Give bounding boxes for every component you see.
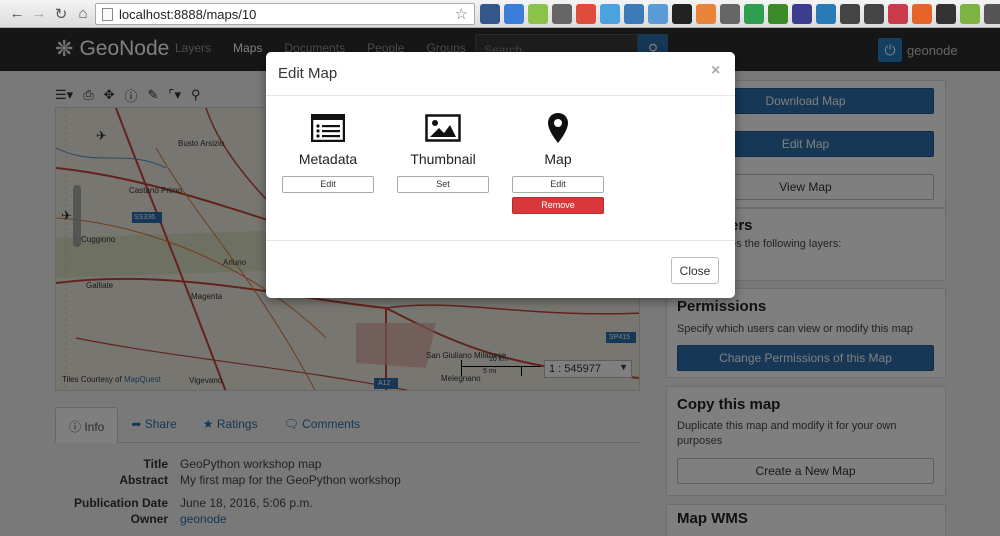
edit-map-modal: Edit Map × Metadata Edit Thumbnail Set M… (266, 52, 735, 298)
map-column: Map Edit Remove (512, 110, 604, 214)
thumbnail-column: Thumbnail Set (397, 110, 489, 193)
puzzle-icon[interactable] (528, 4, 548, 24)
info-icon[interactable] (864, 4, 884, 24)
edit-metadata-button[interactable]: Edit (282, 176, 374, 193)
bulb-icon[interactable] (720, 4, 740, 24)
modal-header: Edit Map × (266, 52, 735, 96)
gear-icon[interactable] (600, 4, 620, 24)
cloud-icon[interactable] (480, 4, 500, 24)
metadata-column: Metadata Edit (282, 110, 374, 193)
dark-icon[interactable] (792, 4, 812, 24)
address-bar[interactable]: localhost:8888/maps/10 ☆ (95, 3, 475, 25)
a-icon[interactable] (576, 4, 596, 24)
bookmark-star-icon[interactable]: ☆ (455, 5, 468, 23)
reload-icon[interactable]: ↻ (50, 3, 72, 25)
map-label: Map (544, 151, 572, 167)
mail-icon[interactable] (552, 4, 572, 24)
terminal-icon[interactable] (936, 4, 956, 24)
map-marker-icon (512, 110, 604, 146)
thumbnail-label: Thumbnail (410, 151, 476, 167)
close-icon[interactable]: × (711, 62, 720, 80)
x-icon[interactable] (912, 4, 932, 24)
back-arrow-icon[interactable]: ← (6, 3, 28, 25)
list-icon (282, 110, 374, 146)
menu-icon[interactable] (984, 4, 1000, 24)
photo-icon[interactable] (624, 4, 644, 24)
pocket-icon[interactable] (888, 4, 908, 24)
hand-icon[interactable] (696, 4, 716, 24)
metadata-label: Metadata (298, 151, 358, 167)
home-icon[interactable]: ⌂ (72, 3, 94, 25)
modal-footer: Close (266, 240, 735, 298)
close-button[interactable]: Close (671, 257, 719, 284)
calendar-icon[interactable] (504, 4, 524, 24)
android-icon[interactable] (960, 4, 980, 24)
browser-chrome: ← → ↻ ⌂ localhost:8888/maps/10 ☆ (0, 0, 1000, 28)
modal-title: Edit Map (278, 65, 338, 82)
remove-map-button[interactable]: Remove (512, 197, 604, 214)
page-icon (102, 7, 113, 21)
cloud-outline-icon[interactable] (648, 4, 668, 24)
forward-arrow-icon[interactable]: → (28, 3, 50, 25)
keyhole-icon[interactable] (672, 4, 692, 24)
clock-icon[interactable] (840, 4, 860, 24)
bw-icon[interactable] (768, 4, 788, 24)
leaf-icon[interactable] (744, 4, 764, 24)
extension-icons (480, 4, 1000, 24)
url-text: localhost:8888/maps/10 (119, 6, 257, 22)
c-icon[interactable] (816, 4, 836, 24)
set-thumbnail-button[interactable]: Set (397, 176, 489, 193)
picture-icon (397, 110, 489, 146)
edit-map-modal-button[interactable]: Edit (512, 176, 604, 193)
